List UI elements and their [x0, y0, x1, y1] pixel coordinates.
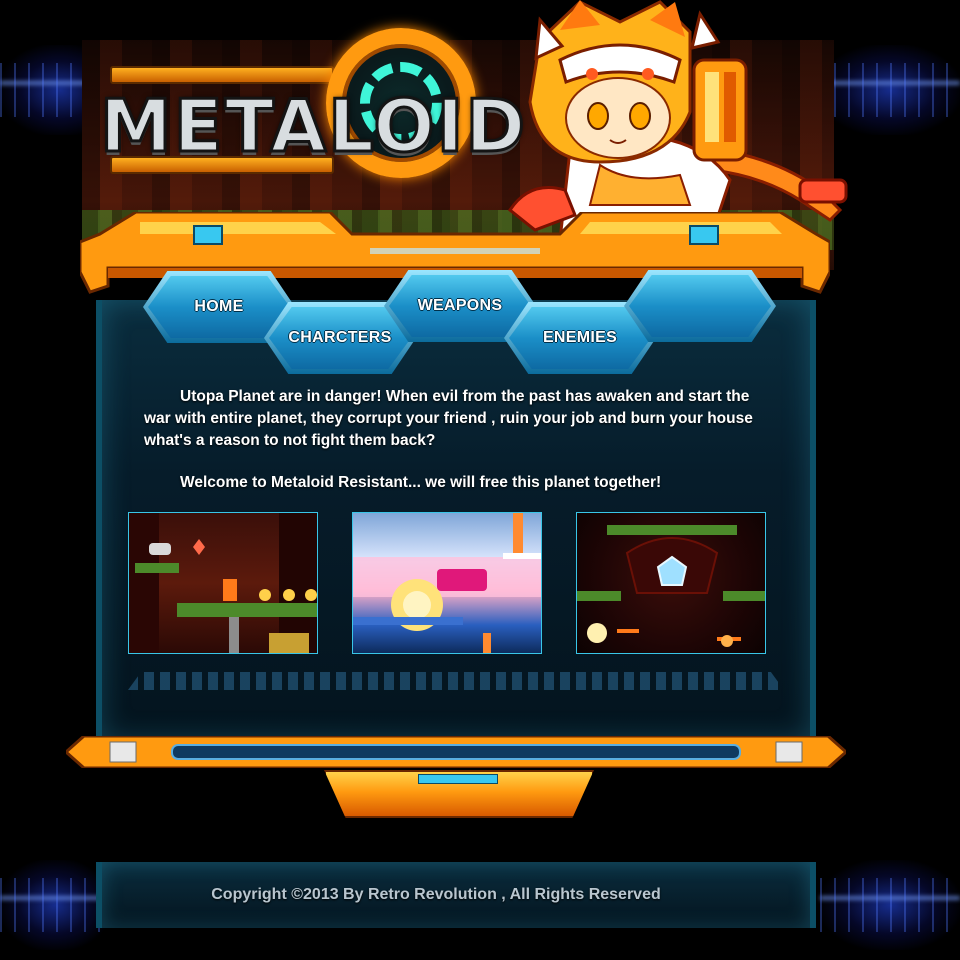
cavern-scene-art	[577, 525, 765, 647]
bottom-frame-tab	[324, 770, 594, 818]
nav-empty-slot-face	[629, 275, 771, 337]
footer: Copyright ©2013 By Retro Revolution , Al…	[96, 862, 816, 928]
nav-weapons-label: WEAPONS	[417, 297, 503, 314]
background-energy-bottom-right	[820, 860, 960, 950]
welcome-message: Welcome to Metaloid Resistant... we will…	[144, 472, 754, 494]
bottom-frame-tab-indicator	[418, 774, 498, 784]
nav-empty-slot[interactable]	[624, 270, 776, 342]
bottom-frame	[66, 736, 846, 768]
nav-characters-label: CHARCTERS	[288, 329, 392, 346]
boss-blast-scene-art	[353, 513, 541, 653]
logo-text: METALOID	[98, 83, 528, 170]
copyright-text: Copyright ©2013 By Retro Revolution , Al…	[211, 886, 661, 903]
nav-home-face: HOME	[148, 276, 290, 338]
gameplay-screenshot-boss-blast[interactable]	[352, 512, 542, 654]
intro-paragraph-text: Utopa Planet are in danger! When evil fr…	[144, 388, 753, 449]
decorative-circuit-stripe	[128, 672, 784, 690]
background-energy-bottom-left	[0, 860, 110, 950]
nav-enemies-face: ENEMIES	[509, 307, 651, 369]
welcome-message-text: Welcome to Metaloid Resistant... we will…	[180, 474, 662, 491]
logo-bar-top	[110, 66, 334, 84]
nav-home-label: HOME	[194, 298, 244, 315]
gameplay-screenshot-jungle[interactable]	[128, 512, 318, 654]
metaloid-logo[interactable]: METALOID	[96, 28, 536, 198]
intro-paragraph: Utopa Planet are in danger! When evil fr…	[144, 386, 754, 452]
nav-weapons-face: WEAPONS	[389, 275, 531, 337]
nav-enemies-label: ENEMIES	[542, 329, 618, 346]
nav-characters-face: CHARCTERS	[269, 307, 411, 369]
jungle-scene-art	[129, 513, 317, 653]
gameplay-screenshot-cavern[interactable]	[576, 512, 766, 654]
